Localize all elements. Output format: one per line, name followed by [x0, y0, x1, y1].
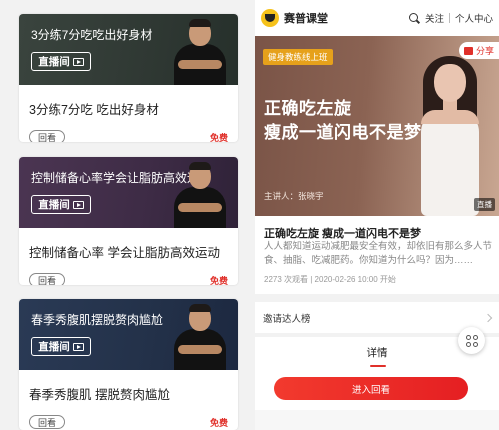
smiley-logo-icon[interactable]: [261, 9, 279, 27]
banner-title: 春季秀腹肌摆脱赘肉尴尬: [31, 313, 164, 327]
live-room-badge: 直播间: [31, 52, 91, 71]
category-tag: 健身教练线上班: [263, 49, 333, 65]
live-room-label: 直播间: [38, 56, 70, 68]
enter-replay-button[interactable]: 进入回看: [274, 377, 468, 400]
course-title[interactable]: 春季秀腹肌 摆脱赘肉尴尬: [29, 384, 228, 403]
live-room-badge: 直播间: [31, 195, 91, 214]
instructor-photo: [415, 56, 485, 216]
grid-circles-icon: [465, 334, 478, 347]
cover-title-line2: 瘦成一道闪电不是梦: [264, 123, 422, 142]
course-card[interactable]: 春季秀腹肌摆脱赘肉尴尬 直播间 春季秀腹肌 摆脱赘肉尴尬 回看 免费: [19, 299, 238, 430]
course-detail-title: 正确吃左旋 瘦成一道闪电不是梦: [264, 228, 422, 240]
search-icon[interactable]: [408, 12, 420, 24]
coach-photo: [174, 162, 226, 228]
live-room-label: 直播间: [38, 341, 70, 353]
tab-details[interactable]: 详情: [367, 345, 388, 367]
replay-button[interactable]: 回看: [29, 130, 65, 142]
share-button[interactable]: 分享: [459, 42, 499, 59]
speaker-label: 主讲人：张晓宇: [264, 191, 324, 201]
follow-link[interactable]: 关注: [425, 11, 444, 25]
live-room-badge: 直播间: [31, 337, 91, 356]
tv-play-icon: [72, 200, 84, 209]
invite-ranking-row[interactable]: 邀请达人榜: [255, 302, 499, 333]
coach-photo: [174, 19, 226, 85]
course-detail-page: 赛普课堂 关注 个人中心 健身教练线上班 分享 正确吃左旋 瘦成一道闪电不是梦 …: [255, 0, 499, 430]
share-label: 分享: [475, 46, 494, 56]
course-banner[interactable]: 控制储备心率学会让脂肪高效运动 直播间: [19, 157, 238, 228]
course-title[interactable]: 3分练7分吃 吃出好身材: [29, 99, 228, 118]
chevron-right-icon: [483, 313, 493, 322]
live-room-label: 直播间: [38, 199, 70, 211]
user-center-link[interactable]: 个人中心: [455, 11, 493, 25]
floating-menu-button[interactable]: [458, 327, 485, 354]
tv-play-icon: [72, 342, 84, 351]
banner-title: 3分练7分吃吃出好身材: [31, 28, 153, 42]
invite-ranking-label: 邀请达人榜: [263, 313, 311, 325]
price-label: 免费: [209, 417, 228, 428]
course-banner[interactable]: 3分练7分吃吃出好身材 直播间: [19, 14, 238, 85]
section-divider: [255, 294, 499, 302]
share-icon: [463, 46, 473, 55]
replay-button[interactable]: 回看: [29, 415, 65, 429]
course-list: 3分练7分吃吃出好身材 直播间 3分练7分吃 吃出好身材 回看 免费 控制储备心…: [0, 0, 255, 430]
divider: [448, 13, 450, 23]
cover-title-line1: 正确吃左旋: [264, 99, 352, 118]
course-card[interactable]: 3分练7分吃吃出好身材 直播间 3分练7分吃 吃出好身材 回看 免费: [19, 14, 238, 142]
price-label: 免费: [209, 132, 228, 143]
course-card[interactable]: 控制储备心率学会让脂肪高效运动 直播间 控制储备心率 学会让脂肪高效运动 回看 …: [19, 157, 238, 285]
brand-name[interactable]: 赛普课堂: [284, 10, 328, 26]
course-title[interactable]: 控制储备心率 学会让脂肪高效运动: [29, 242, 228, 261]
course-cover[interactable]: 健身教练线上班 分享 正确吃左旋 瘦成一道闪电不是梦 主讲人：张晓宇 直播: [255, 36, 499, 216]
live-badge: 直播: [474, 198, 495, 211]
bottom-area: [255, 410, 499, 430]
coach-photo: [174, 304, 226, 370]
replay-button[interactable]: 回看: [29, 273, 65, 285]
course-description: 人人都知道运动减肥最安全有效，却依旧有那么多人节食、抽脂、吃减肥药。你知道为什么…: [264, 241, 493, 266]
course-banner[interactable]: 春季秀腹肌摆脱赘肉尴尬 直播间: [19, 299, 238, 370]
price-label: 免费: [209, 275, 228, 286]
view-count-and-time: 2273 次观看 | 2020-02-26 10:00 开始: [264, 275, 396, 284]
top-bar: 赛普课堂 关注 个人中心: [255, 0, 499, 36]
tv-play-icon: [72, 57, 84, 66]
